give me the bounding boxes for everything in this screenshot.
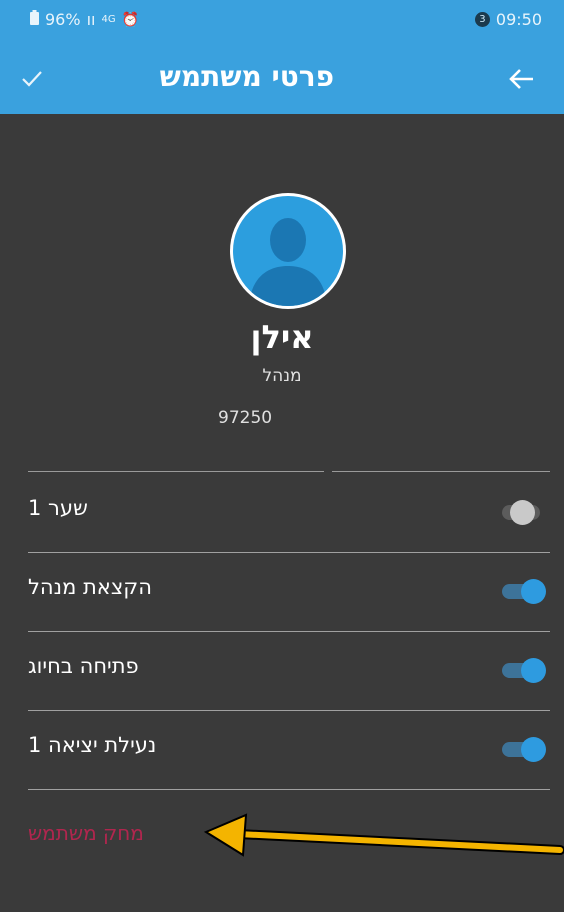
- settings-row-label: נעילת יציאה 1: [28, 733, 157, 757]
- settings-row-label: שער 1: [28, 496, 88, 520]
- status-right: 3 09:50: [474, 10, 542, 29]
- first-field-underline[interactable]: [28, 471, 324, 472]
- settings-row-admin-assignment[interactable]: הקצאת מנהל: [28, 555, 550, 632]
- user-phone: 97250: [218, 408, 273, 428]
- toggle-knob: [521, 579, 546, 604]
- toggle-knob: [521, 658, 546, 683]
- check-icon: [22, 71, 42, 87]
- avatar[interactable]: [233, 196, 343, 306]
- admin-assignment-toggle[interactable]: [502, 579, 546, 605]
- network-indicator: 4G: [101, 14, 116, 25]
- back-button[interactable]: [480, 44, 564, 114]
- notification-count-badge: 3: [474, 12, 490, 27]
- exit-lock-1-toggle[interactable]: [502, 737, 546, 763]
- alarm-icon: ⏰: [121, 11, 140, 28]
- user-name: אילן: [250, 318, 314, 356]
- person-silhouette-icon: [249, 218, 327, 306]
- gate-1-toggle[interactable]: [502, 500, 546, 526]
- signal-icon: ıı: [86, 10, 96, 29]
- toggle-knob: [521, 737, 546, 762]
- delete-user-button[interactable]: מחק משתמש: [28, 821, 144, 845]
- second-field-underline[interactable]: [332, 471, 550, 472]
- battery-icon: [30, 10, 39, 29]
- user-role: מנהל: [262, 366, 302, 386]
- save-check-button[interactable]: [0, 44, 64, 114]
- settings-row-gate-1[interactable]: שער 1: [28, 476, 550, 553]
- status-bar: 96% ıı 4G ⏰ 3 09:50: [0, 0, 564, 44]
- page-title: פרטי משתמש: [159, 60, 334, 93]
- arrow-back-icon: [509, 69, 533, 89]
- status-time: 09:50: [495, 10, 542, 29]
- settings-row-exit-lock-1[interactable]: נעילת יציאה 1: [28, 713, 550, 790]
- settings-row-label: הקצאת מנהל: [28, 575, 152, 599]
- app-bar: פרטי משתמש: [0, 44, 564, 114]
- battery-percent: 96%: [45, 10, 81, 29]
- toggle-knob: [510, 500, 535, 525]
- settings-row-label: פתיחה בחיוג: [28, 654, 139, 678]
- settings-row-dial-open[interactable]: פתיחה בחיוג: [28, 634, 550, 711]
- dial-open-toggle[interactable]: [502, 658, 546, 684]
- status-left: 96% ıı 4G ⏰: [30, 10, 139, 29]
